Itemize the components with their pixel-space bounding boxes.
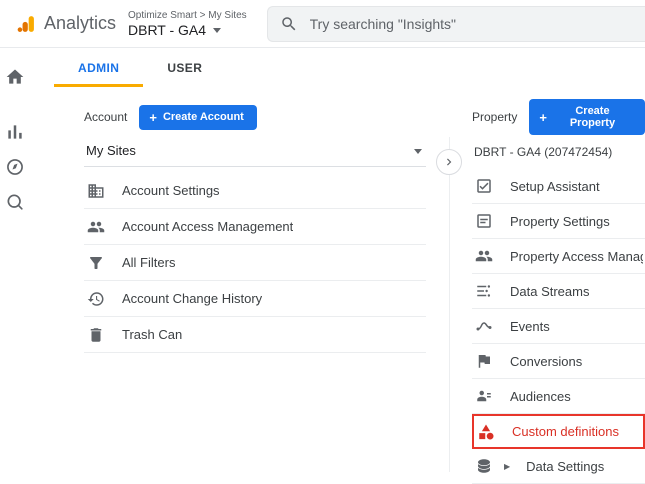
property-column: Property + Create Property DBRT - GA4 (2… [472,99,645,484]
app-name: Analytics [43,13,116,33]
data-streams-icon [474,281,494,301]
nav-advertising[interactable] [2,189,28,215]
setup-assistant-icon [474,176,494,196]
column-divider [426,103,472,472]
events-icon [474,316,494,336]
menu-item-label: Data Settings [526,458,605,474]
plus-icon: + [539,109,547,125]
property-item-audiences[interactable]: Audiences [472,379,645,414]
property-item-data-settings[interactable]: ▶ Data Settings [472,449,645,484]
account-menu: Account Settings Account Access Manageme… [84,173,426,353]
create-account-label: Create Account [162,111,244,123]
custom-definitions-icon [476,422,496,442]
property-item-custom-definitions[interactable]: Custom definitions [472,414,645,449]
account-switcher[interactable]: Optimize Smart > My Sites DBRT - GA4 [128,10,247,38]
menu-item-label: Account Settings [122,183,220,198]
nav-home[interactable] [2,64,28,90]
menu-item-label: Property Settings [510,213,610,229]
account-item-change-history[interactable]: Account Change History [84,281,426,317]
menu-item-label: Trash Can [122,327,183,342]
menu-item-label: All Filters [122,255,176,270]
breadcrumb: Optimize Smart > My Sites [128,9,247,21]
analytics-logo-icon [17,15,34,32]
menu-item-label: Audiences [510,388,571,404]
home-icon [6,69,24,84]
search-icon [281,16,296,30]
menu-item-label: Data Streams [510,283,590,299]
nav-reports[interactable] [2,119,28,145]
advertising-icon [7,194,23,210]
account-column-label: Account [84,110,128,124]
tab-admin[interactable]: ADMIN [54,48,144,87]
account-item-access-management[interactable]: Account Access Management [84,209,426,245]
property-item-property-settings[interactable]: Property Settings [472,204,645,239]
plus-icon: + [149,109,157,125]
expand-arrow-icon: ▶ [504,461,511,471]
dropdown-arrow-icon [414,149,422,154]
domain-icon [86,181,106,201]
account-name: DBRT - GA4 [128,21,207,38]
chevron-right-icon [447,158,452,166]
create-property-button[interactable]: + Create Property [529,99,645,135]
property-selector-value[interactable]: DBRT - GA4 (207472454) [472,145,645,159]
property-item-setup-assistant[interactable]: Setup Assistant [472,169,645,204]
create-account-button[interactable]: + Create Account [139,104,257,130]
explore-icon [7,159,23,175]
property-menu: Setup Assistant Property Settings Proper… [472,169,645,484]
history-icon [86,289,106,309]
account-selector-dropdown[interactable]: My Sites [84,143,426,167]
property-settings-icon [474,211,494,231]
tab-user[interactable]: USER [143,48,226,87]
menu-item-label: Setup Assistant [510,178,600,194]
account-item-account-settings[interactable]: Account Settings [84,173,426,209]
people-icon [474,246,494,266]
chevron-down-icon [213,28,222,33]
create-property-label: Create Property [569,105,616,129]
search-bar[interactable] [266,5,645,42]
admin-panel: Account + Create Account My Sites Accoun… [30,87,645,484]
menu-item-label: Property Access Management [510,248,643,264]
menu-item-label: Account Access Management [122,219,294,234]
property-column-label: Property [472,110,518,124]
account-column: Account + Create Account My Sites Accoun… [84,103,426,472]
search-input[interactable] [307,14,633,33]
collapse-column-button[interactable] [436,149,462,175]
topbar: Analytics Optimize Smart > My Sites DBRT… [0,0,645,48]
left-nav [0,48,30,472]
admin-tabs: ADMIN USER [30,48,645,87]
account-selector-value: My Sites [86,143,136,158]
nav-explore[interactable] [2,154,28,180]
menu-item-label: Custom definitions [512,424,619,439]
menu-item-label: Conversions [510,353,583,369]
main-content: ADMIN USER Account + Create Account My S… [30,48,645,484]
menu-item-label: Account Change History [122,291,263,306]
property-item-access-management[interactable]: Property Access Management [472,239,645,274]
flag-icon [474,351,494,371]
trash-icon [86,325,106,345]
property-item-events[interactable]: Events [472,309,645,344]
account-item-trash-can[interactable]: Trash Can [84,317,426,353]
people-icon [86,217,106,237]
account-item-all-filters[interactable]: All Filters [84,245,426,281]
menu-item-label: Events [510,318,550,334]
reports-icon [8,125,22,139]
filter-icon [86,253,106,273]
analytics-logo[interactable]: Analytics [0,12,116,36]
property-item-conversions[interactable]: Conversions [472,344,645,379]
data-settings-icon [474,456,494,476]
property-item-data-streams[interactable]: Data Streams [472,274,645,309]
audiences-icon [474,386,494,406]
